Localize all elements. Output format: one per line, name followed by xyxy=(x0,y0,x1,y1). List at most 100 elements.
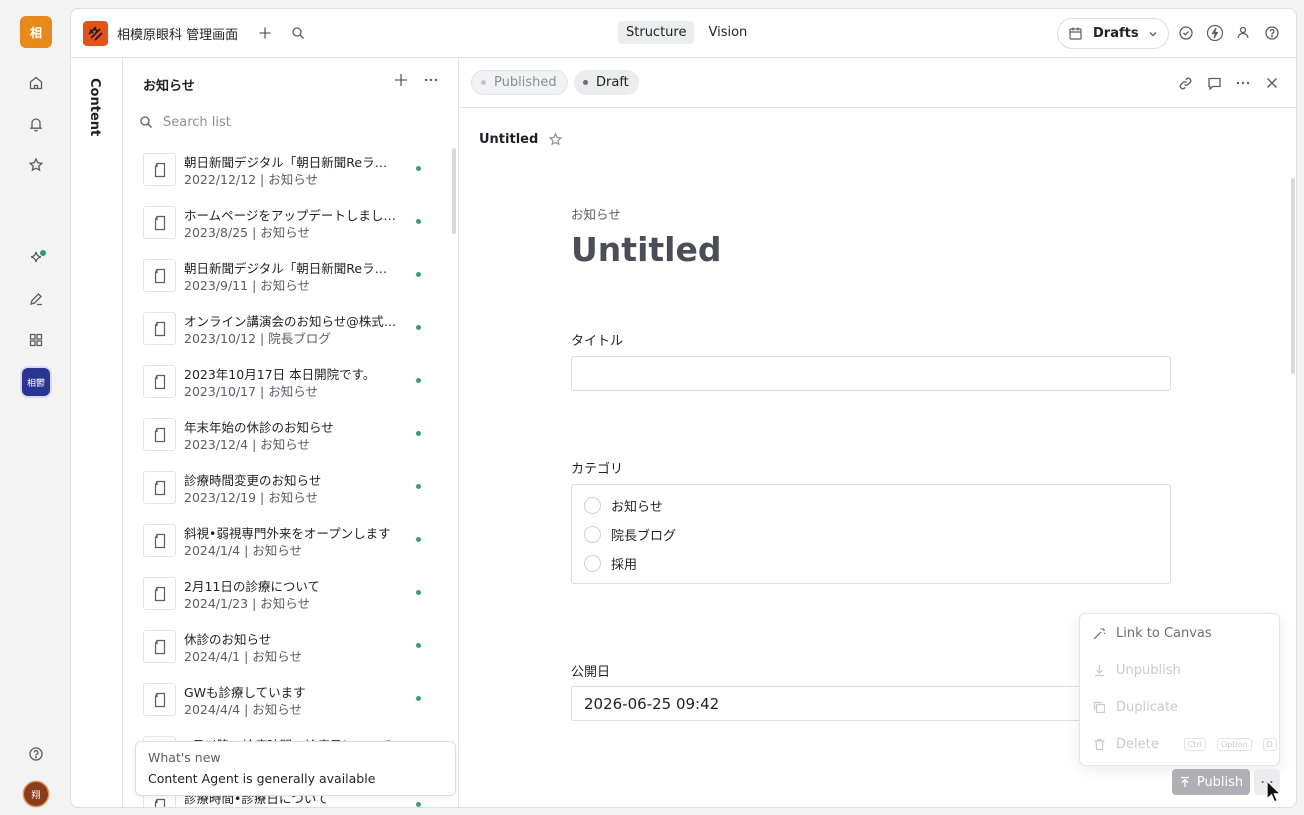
unpublish-icon xyxy=(1095,665,1104,677)
status-dot xyxy=(416,696,421,701)
edit-icon[interactable] xyxy=(22,285,50,313)
lightning-icon[interactable] xyxy=(1205,23,1225,43)
published-chip[interactable]: Published xyxy=(471,70,568,95)
category-option[interactable]: お知らせ xyxy=(584,496,663,515)
shortcut-key: D xyxy=(1262,738,1277,751)
menu-label: Link to Canvas xyxy=(1116,626,1212,641)
list-item-subtitle: 2023/10/17 | お知らせ xyxy=(184,384,318,399)
workspace-badge[interactable]: 相 xyxy=(20,16,52,48)
list-item[interactable]: 朝日新聞デジタル「朝日新聞Reラ… 2023/9/11 | お知らせ xyxy=(123,250,453,303)
plus-icon[interactable] xyxy=(255,23,275,43)
document-list: 朝日新聞デジタル「朝日新聞Reラ… 2022/12/12 | お知らせ ホームペ… xyxy=(123,144,453,807)
radio-button[interactable] xyxy=(584,526,601,543)
draft-chip[interactable]: Draft xyxy=(574,70,639,95)
document-actions-menu: Link to Canvas Unpublish Duplicate Delet… xyxy=(1079,613,1280,766)
project-logo[interactable] xyxy=(83,21,108,46)
form-heading: Untitled xyxy=(571,230,722,269)
project-name[interactable]: 相模原眼科 管理画面 xyxy=(117,24,238,43)
list-item-subtitle: 2023/8/25 | お知らせ xyxy=(184,225,311,240)
list-item[interactable]: 斜視•弱視専門外来をオープンします 2024/1/4 | お知らせ xyxy=(123,515,453,568)
menu-item-unpublish[interactable]: Unpublish xyxy=(1092,663,1181,678)
category-field-label: カテゴリ xyxy=(571,462,624,477)
list-item[interactable]: オンライン講演会のお知らせ@株式… 2023/10/12 | 院長ブログ xyxy=(123,303,453,356)
list-item[interactable]: GWも診療しています 2024/4/4 | お知らせ xyxy=(123,674,453,727)
comment-icon[interactable] xyxy=(1204,73,1224,93)
menu-label: Delete xyxy=(1116,737,1159,752)
menu-item-duplicate[interactable]: Duplicate xyxy=(1092,700,1178,715)
content-tab-strip[interactable]: Content xyxy=(71,58,123,807)
perspective-label: Drafts xyxy=(1093,26,1139,41)
list-scrollbar[interactable] xyxy=(452,148,456,234)
radio-button[interactable] xyxy=(584,555,601,572)
notification-dot xyxy=(40,250,46,256)
more-icon[interactable] xyxy=(423,72,439,88)
menu-item-delete[interactable]: Delete Ctrl Option D xyxy=(1092,737,1277,752)
status-dot xyxy=(416,643,421,648)
search-icon[interactable] xyxy=(288,23,308,43)
list-item[interactable]: 診療時間変更のお知らせ 2023/12/19 | お知らせ xyxy=(123,462,453,515)
document-icon xyxy=(143,524,176,557)
left-rail: 相 相鬱 翔 xyxy=(0,0,72,815)
document-icon xyxy=(143,153,176,186)
document-breadcrumb: Untitled xyxy=(479,132,563,147)
app-badge[interactable]: 相鬱 xyxy=(22,368,50,396)
document-icon xyxy=(143,312,176,345)
star-icon[interactable] xyxy=(548,132,563,147)
category-option-label: 採用 xyxy=(611,558,638,573)
magic-wand-icon xyxy=(1093,628,1106,640)
list-item[interactable]: ホームページをアップデートしまし… 2023/8/25 | お知らせ xyxy=(123,197,453,250)
publish-icon xyxy=(1180,776,1189,787)
title-input[interactable] xyxy=(571,356,1171,391)
list-item[interactable]: 朝日新聞デジタル「朝日新聞Reラ… 2022/12/12 | お知らせ xyxy=(123,144,453,197)
link-icon[interactable] xyxy=(1175,73,1195,93)
chevron-down-icon xyxy=(1149,32,1157,37)
plugins-icon[interactable] xyxy=(1233,23,1253,43)
document-icon xyxy=(143,683,176,716)
published-dot xyxy=(481,80,486,85)
create-document-button[interactable] xyxy=(393,72,409,88)
bell-icon[interactable] xyxy=(22,110,50,138)
document-icon xyxy=(143,577,176,610)
publish-label: Publish xyxy=(1196,774,1244,790)
perspective-dropdown[interactable]: Drafts xyxy=(1057,18,1169,49)
editor-header: Published Draft xyxy=(459,58,1296,108)
status-dot xyxy=(416,325,421,330)
top-bar: 相模原眼科 管理画面 Structure Vision Drafts xyxy=(71,9,1296,58)
status-dot xyxy=(416,378,421,383)
tab-vision[interactable]: Vision xyxy=(700,21,755,44)
status-dot xyxy=(416,590,421,595)
check-circle-icon[interactable] xyxy=(1176,23,1196,43)
list-item[interactable]: 2月11日の診療について 2024/1/23 | お知らせ xyxy=(123,568,453,621)
shortcut-key: Option xyxy=(1216,738,1252,751)
list-item[interactable]: 年末年始の休診のお知らせ 2023/12/4 | お知らせ xyxy=(123,409,453,462)
home-icon[interactable] xyxy=(22,69,50,97)
document-list-pane: お知らせ 朝日新聞デジタル「朝日新聞Reラ… 2022/12/12 | お知らせ xyxy=(123,58,459,807)
help-icon[interactable] xyxy=(22,740,50,768)
date-field-label: 公開日 xyxy=(571,665,611,680)
search-input[interactable] xyxy=(163,114,403,130)
radio-button[interactable] xyxy=(584,497,601,514)
star-icon[interactable] xyxy=(22,151,50,179)
grid-icon[interactable] xyxy=(22,326,50,354)
menu-item-link-to-canvas[interactable]: Link to Canvas xyxy=(1092,626,1212,641)
list-title: お知らせ xyxy=(143,79,195,94)
status-dot xyxy=(416,537,421,542)
sparkle-icon[interactable] xyxy=(22,244,50,272)
document-icon xyxy=(143,630,176,663)
date-value: 2026-06-25 09:42 xyxy=(584,695,720,713)
list-item[interactable]: 休診のお知らせ 2024/4/1 | お知らせ xyxy=(123,621,453,674)
editor-scrollbar[interactable] xyxy=(1291,178,1295,374)
duplicate-icon xyxy=(1093,701,1106,714)
list-item[interactable]: 2023年10月17日 本日開院です。 2023/10/17 | お知らせ xyxy=(123,356,453,409)
publish-button[interactable]: Publish xyxy=(1172,769,1250,795)
menu-label: Unpublish xyxy=(1116,663,1181,678)
tab-structure[interactable]: Structure xyxy=(618,21,695,44)
whats-new-toast[interactable]: What's new Content Agent is generally av… xyxy=(135,741,456,796)
more-icon[interactable] xyxy=(1233,73,1253,93)
close-icon[interactable] xyxy=(1262,73,1282,93)
help-circle-icon[interactable] xyxy=(1262,23,1282,43)
category-option[interactable]: 採用 xyxy=(584,554,637,573)
category-option[interactable]: 院長ブログ xyxy=(584,525,676,544)
avatar[interactable]: 翔 xyxy=(24,782,48,806)
document-title: Untitled xyxy=(479,132,539,147)
